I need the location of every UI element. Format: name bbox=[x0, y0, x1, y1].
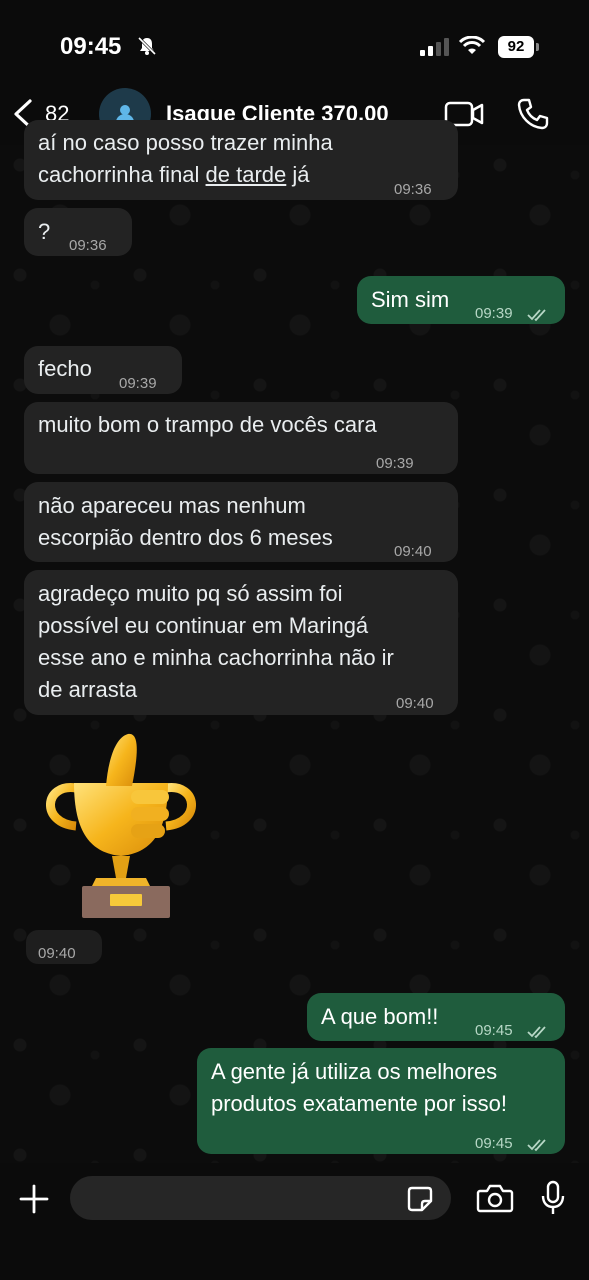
message-text-line: de arrasta bbox=[38, 677, 138, 702]
read-ticks-icon bbox=[527, 1016, 551, 1048]
cellular-signal-icon bbox=[420, 38, 450, 61]
message-text: muito bom o trampo de vocês cara bbox=[38, 412, 377, 437]
phone-call-icon[interactable] bbox=[516, 97, 550, 136]
message-text-line: não apareceu mas nenhum bbox=[38, 493, 306, 518]
camera-icon[interactable] bbox=[476, 1183, 514, 1218]
wifi-icon bbox=[458, 35, 486, 61]
message-text-line: esse ano e minha cachorrinha não ir bbox=[38, 645, 394, 670]
message-incoming[interactable]: agradeço muito pq só assim foi possível … bbox=[24, 570, 458, 715]
message-time: 09:36 bbox=[394, 181, 432, 198]
message-time: 09:45 bbox=[475, 1022, 513, 1039]
read-ticks-icon bbox=[527, 1129, 551, 1161]
message-text-line: cachorrinha final de tarde já bbox=[38, 162, 310, 187]
message-input[interactable] bbox=[70, 1176, 451, 1220]
message-incoming[interactable]: aí no caso posso trazer minha cachorrinh… bbox=[24, 120, 458, 200]
message-outgoing[interactable]: Sim sim 09:39 bbox=[357, 276, 565, 324]
message-time: 09:39 bbox=[376, 455, 414, 472]
message-time: 09:40 bbox=[38, 945, 76, 962]
message-time: 09:39 bbox=[119, 375, 157, 392]
message-text-line: possível eu continuar em Maringá bbox=[38, 613, 369, 638]
message-text-line: agradeço muito pq só assim foi bbox=[38, 581, 343, 606]
message-text: Sim sim bbox=[371, 287, 450, 312]
message-outgoing[interactable]: A gente já utiliza os melhores produtos … bbox=[197, 1048, 565, 1154]
status-bar: 09:45 92 bbox=[0, 0, 589, 90]
message-incoming[interactable]: não apareceu mas nenhum escorpião dentro… bbox=[24, 482, 458, 562]
message-time: 09:40 bbox=[394, 543, 432, 560]
composer-bar bbox=[0, 1163, 589, 1280]
message-time: 09:39 bbox=[475, 305, 513, 322]
sticker-time-badge: 09:40 bbox=[26, 930, 102, 964]
message-text-line: produtos exatamente por isso! bbox=[211, 1091, 507, 1116]
microphone-icon[interactable] bbox=[541, 1180, 565, 1221]
message-outgoing[interactable]: A que bom!! 09:45 bbox=[307, 993, 565, 1041]
bell-muted-icon bbox=[137, 36, 157, 61]
read-ticks-icon bbox=[527, 299, 551, 331]
trophy-thumbs-up-sticker[interactable] bbox=[36, 728, 206, 928]
message-text-line: escorpião dentro dos 6 meses bbox=[38, 525, 333, 550]
message-incoming[interactable]: ? 09:36 bbox=[24, 208, 132, 256]
message-text: fecho bbox=[38, 356, 92, 381]
message-incoming[interactable]: muito bom o trampo de vocês cara 09:39 bbox=[24, 402, 458, 474]
plus-icon[interactable] bbox=[16, 1181, 52, 1222]
battery-level: 92 bbox=[498, 36, 534, 58]
message-text: ? bbox=[38, 219, 51, 244]
message-text-line: aí no caso posso trazer minha bbox=[38, 130, 333, 155]
message-text-line: A gente já utiliza os melhores bbox=[211, 1059, 498, 1084]
message-time: 09:40 bbox=[396, 695, 434, 712]
message-text: A que bom!! bbox=[321, 1004, 439, 1029]
status-time: 09:45 bbox=[60, 33, 122, 60]
message-incoming[interactable]: fecho 09:39 bbox=[24, 346, 182, 394]
battery-tip bbox=[536, 43, 539, 51]
message-time: 09:45 bbox=[475, 1135, 513, 1152]
message-time: 09:36 bbox=[69, 237, 107, 254]
sticker-icon[interactable] bbox=[406, 1185, 434, 1218]
